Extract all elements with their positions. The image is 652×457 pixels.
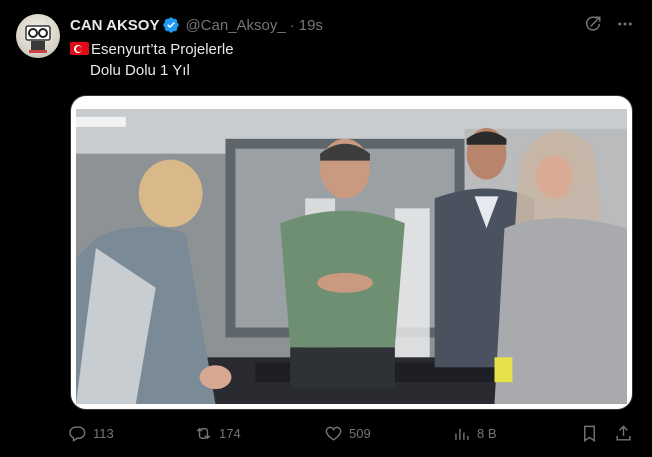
bookmark-icon bbox=[580, 424, 599, 443]
like-button[interactable]: 509 bbox=[324, 424, 371, 443]
tweet-media-image[interactable] bbox=[70, 95, 633, 410]
like-count: 509 bbox=[349, 426, 371, 441]
views-icon bbox=[452, 424, 471, 443]
reply-count: 113 bbox=[93, 426, 114, 441]
photo-scene bbox=[76, 109, 627, 404]
tweet-timestamp[interactable]: 19s bbox=[299, 17, 323, 34]
share-icon bbox=[614, 424, 633, 443]
repost-icon bbox=[194, 424, 213, 443]
repost-button[interactable]: 174 bbox=[194, 424, 241, 443]
tweet-action-bar: 113 174 509 8 B bbox=[68, 424, 638, 446]
heart-icon bbox=[324, 424, 343, 443]
reply-icon bbox=[68, 424, 87, 443]
separator-dot: · bbox=[289, 16, 295, 34]
tweet-header: CAN AKSOY @Can_Aksoy_ · 19s bbox=[70, 15, 323, 35]
grok-icon[interactable] bbox=[584, 15, 602, 33]
author-handle[interactable]: @Can_Aksoy_ bbox=[185, 17, 285, 34]
tweet-text-line-1: Esenyurt’ta Projelerle bbox=[91, 41, 234, 58]
repost-count: 174 bbox=[219, 426, 241, 441]
tweet-text: Esenyurt’ta Projelerle Dolu Dolu 1 Yıl bbox=[70, 39, 234, 81]
reply-button[interactable]: 113 bbox=[68, 424, 114, 443]
author-avatar[interactable] bbox=[16, 14, 60, 58]
bookmark-button[interactable] bbox=[580, 424, 599, 443]
tweet-text-line-2: Dolu Dolu 1 Yıl bbox=[90, 62, 190, 79]
views-button[interactable]: 8 B bbox=[452, 424, 497, 443]
author-name[interactable]: CAN AKSOY bbox=[70, 17, 159, 34]
view-count: 8 B bbox=[477, 426, 497, 441]
turkey-flag-icon bbox=[70, 42, 89, 55]
share-button[interactable] bbox=[614, 424, 633, 443]
more-icon[interactable] bbox=[616, 15, 634, 33]
tweet-top-actions bbox=[584, 15, 634, 33]
verified-badge-icon[interactable] bbox=[162, 16, 180, 34]
